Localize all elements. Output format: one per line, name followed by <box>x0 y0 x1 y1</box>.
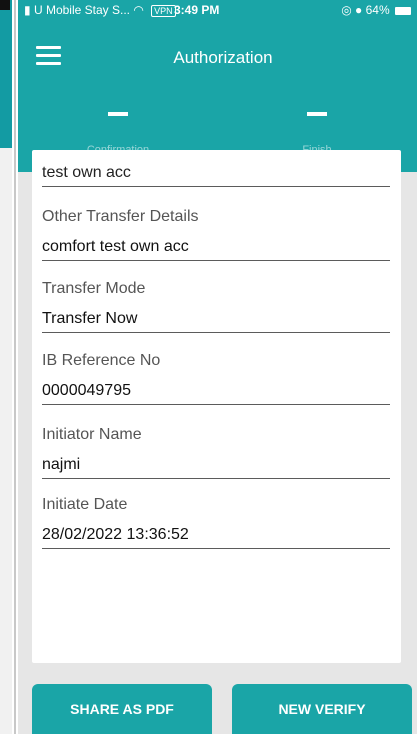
field-transfer-mode: Transfer Mode Transfer Now <box>42 280 390 333</box>
status-bar: ▮ U Mobile Stay S... ◠ VPN 3:49 PM ◎ ● 6… <box>18 0 417 22</box>
authorization-screen: ▮ U Mobile Stay S... ◠ VPN 3:49 PM ◎ ● 6… <box>18 0 417 734</box>
cut-off-row: test own acc <box>42 150 390 187</box>
field-value: Transfer Now <box>42 310 390 333</box>
menu-bar-top <box>36 46 61 49</box>
previous-screen-status <box>0 0 10 10</box>
field-label: IB Reference No <box>42 352 161 369</box>
lock-rotation-icon: ● <box>355 3 363 17</box>
screen: ▮ U Mobile Stay S... ◠ VPN 3:49 PM ◎ ● 6… <box>0 0 417 734</box>
status-right: ◎ ● 64% <box>341 3 411 17</box>
wifi-icon: ◠ <box>133 3 144 17</box>
menu-bar-middle <box>36 54 61 57</box>
new-verify-button[interactable]: NEW VERIFY <box>232 684 412 734</box>
menu-bar-bottom <box>36 62 61 65</box>
action-bar: SHARE AS PDF NEW VERIFY <box>18 663 417 734</box>
step-indicator <box>108 112 128 116</box>
field-label: Initiator Name <box>42 426 142 443</box>
field-label: Transfer Mode <box>42 280 146 297</box>
share-as-pdf-button[interactable]: SHARE AS PDF <box>32 684 212 734</box>
field-other-transfer-details: Other Transfer Details comfort test own … <box>42 208 390 261</box>
battery-icon <box>395 6 411 15</box>
menu-icon[interactable] <box>36 46 61 66</box>
field-value: 0000049795 <box>42 382 390 405</box>
field-label: Initiate Date <box>42 496 128 513</box>
previous-screen-header <box>0 0 12 148</box>
battery-percent: 64% <box>365 3 390 17</box>
alarm-icon: ◎ <box>341 3 352 17</box>
vpn-badge: VPN <box>151 5 176 17</box>
field-value: najmi <box>42 456 390 479</box>
field-value: comfort test own acc <box>42 238 390 261</box>
details-card[interactable]: test own acc Other Transfer Details comf… <box>32 150 401 663</box>
field-label: Other Transfer Details <box>42 208 199 225</box>
field-value: 28/02/2022 13:36:52 <box>42 526 390 549</box>
app-header: ▮ U Mobile Stay S... ◠ VPN 3:49 PM ◎ ● 6… <box>18 0 417 172</box>
cut-off-value: test own acc <box>42 164 131 181</box>
signal-icon: ▮ <box>24 3 31 17</box>
carrier-name: U Mobile Stay S... <box>33 3 130 17</box>
step-indicator <box>307 112 327 116</box>
status-time: 3:49 PM <box>174 3 220 17</box>
status-left: ▮ U Mobile Stay S... ◠ VPN <box>24 3 180 17</box>
page-title: Authorization <box>173 48 273 67</box>
field-initiator-name: Initiator Name najmi <box>42 426 390 479</box>
previous-screen-edge <box>0 0 12 734</box>
field-initiate-date: Initiate Date 28/02/2022 13:36:52 <box>42 496 390 549</box>
divider-line <box>14 0 16 734</box>
field-ib-reference-no: IB Reference No 0000049795 <box>42 352 390 405</box>
